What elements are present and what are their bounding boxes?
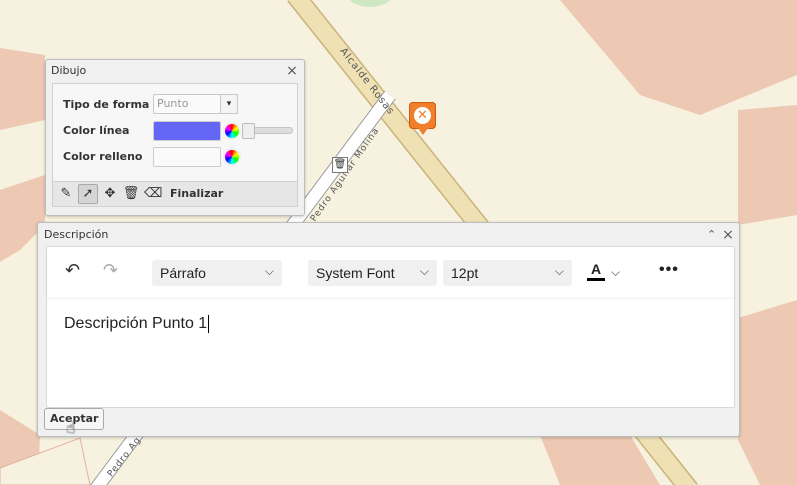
undo-icon[interactable]: ↶	[65, 262, 80, 280]
descripcion-footer: Aceptar	[38, 407, 739, 435]
font-size-select[interactable]: 12pt ⌵	[443, 260, 572, 286]
tipo-forma-label: Tipo de forma	[63, 98, 150, 111]
more-options-button[interactable]: •••	[659, 261, 679, 279]
color-relleno-label: Color relleno	[63, 150, 143, 163]
trash-icon[interactable]: 🗑	[122, 185, 140, 203]
color-linea-label: Color línea	[63, 124, 130, 137]
pointer-icon[interactable]: ➚	[78, 184, 98, 204]
text-cursor	[208, 315, 210, 333]
opacity-slider[interactable]	[242, 123, 293, 139]
chevron-down-icon[interactable]: ▾	[220, 94, 238, 114]
block-format-value: Párrafo	[160, 265, 206, 281]
park-area	[350, 0, 390, 7]
descripcion-panel: Descripción ⌃ × ↶ ↷ Párrafo ⌵ System Fon…	[37, 222, 740, 437]
block-format-select[interactable]: Párrafo ⌵	[152, 260, 282, 286]
chevron-down-icon: ⌵	[419, 264, 429, 278]
pencil-icon[interactable]: ✎	[57, 185, 75, 203]
font-size-value: 12pt	[451, 265, 479, 281]
color-wheel-icon[interactable]	[223, 122, 241, 140]
line-color-swatch[interactable]	[153, 121, 221, 141]
close-marker-icon: ✕	[414, 107, 431, 124]
dibujo-toolbar: ✎ ➚ ✥ 🗑 ⌫ Finalizar	[52, 181, 298, 207]
building	[0, 48, 45, 130]
collapse-icon[interactable]: ⌃	[707, 228, 716, 241]
editor-toolbar: ↶ ↷ Párrafo ⌵ System Font ⌵ 12pt ⌵ A ⌵ •…	[47, 247, 734, 297]
map-marker[interactable]: ✕	[409, 102, 436, 135]
chevron-down-icon[interactable]: ⌵	[611, 265, 620, 280]
close-icon[interactable]: ×	[286, 64, 298, 78]
editor-content[interactable]: Descripción Punto 1	[64, 315, 210, 333]
rich-text-editor[interactable]: ↶ ↷ Párrafo ⌵ System Font ⌵ 12pt ⌵ A ⌵ •…	[46, 246, 735, 408]
font-family-value: System Font	[316, 265, 395, 281]
close-icon[interactable]: ×	[722, 228, 734, 242]
trash-marker-icon[interactable]: 🗑	[332, 157, 348, 173]
editor-text: Descripción Punto 1	[64, 315, 208, 333]
descripcion-title: Descripción	[44, 228, 109, 241]
font-family-select[interactable]: System Font ⌵	[308, 260, 437, 286]
font-color-letter: A	[590, 261, 602, 277]
font-color-bar	[587, 278, 605, 281]
chevron-down-icon: ⌵	[264, 264, 274, 278]
font-color-button[interactable]: A	[585, 261, 607, 285]
eraser-icon[interactable]: ⌫	[144, 185, 162, 203]
dibujo-title: Dibujo	[51, 64, 87, 77]
building	[738, 300, 797, 485]
dibujo-form: Tipo de forma Punto ▾ Color línea Color …	[52, 83, 298, 182]
fill-color-swatch[interactable]	[153, 147, 221, 167]
slider-handle[interactable]	[242, 123, 255, 139]
finalizar-button[interactable]: Finalizar	[170, 187, 223, 200]
dibujo-panel: Dibujo × Tipo de forma Punto ▾ Color lín…	[45, 59, 305, 216]
color-wheel-icon[interactable]	[223, 148, 241, 166]
redo-icon[interactable]: ↷	[103, 262, 118, 280]
building	[738, 105, 797, 225]
chevron-down-icon: ⌵	[554, 264, 564, 278]
hand-cursor-icon: ☝	[66, 418, 76, 437]
shape-type-value: Punto	[157, 97, 189, 110]
building	[560, 0, 797, 115]
move-icon[interactable]: ✥	[101, 185, 119, 203]
